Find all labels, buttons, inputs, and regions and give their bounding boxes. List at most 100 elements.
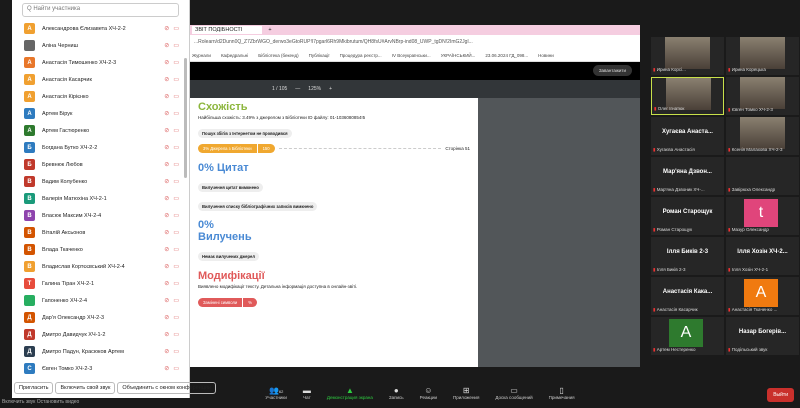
participant-row[interactable]: Д Дар'я Олександр ХЧ-2-3 ⊘ ▭ bbox=[12, 309, 189, 326]
mic-muted-icon[interactable]: ⊘ bbox=[164, 144, 169, 151]
video-off-icon[interactable]: ▭ bbox=[173, 263, 179, 270]
download-button[interactable]: Завантажити bbox=[592, 65, 632, 76]
mic-muted-icon[interactable]: ⊘ bbox=[164, 195, 169, 202]
video-off-icon[interactable]: ▭ bbox=[173, 76, 179, 83]
participant-row[interactable]: А Александрова Єлизавета ХЧ-2-2 ⊘ ▭ bbox=[12, 20, 189, 37]
mic-muted-icon[interactable]: ⊘ bbox=[164, 365, 169, 372]
video-off-icon[interactable]: ▭ bbox=[173, 314, 179, 321]
bookmark-item[interactable]: IV Всеукраїнськи... bbox=[392, 53, 431, 58]
mic-muted-icon[interactable]: ⊘ bbox=[164, 331, 169, 338]
bookmark-item[interactable]: Процедура реєстр... bbox=[340, 53, 382, 58]
video-tile[interactable]: ▮ Ирина Корсі... bbox=[651, 37, 724, 75]
bookmark-item[interactable]: Публікації bbox=[309, 53, 330, 58]
address-bar[interactable]: ...Rolearn/d2Dunn0Q_Z7ZbrWGO_derwo3eGtoR… bbox=[190, 35, 640, 50]
video-tile[interactable]: Назар Богерів... ▮ Подільський звук bbox=[726, 317, 799, 355]
video-tile[interactable]: ▮ Ксенія Малахова ХЧ-2-3 bbox=[726, 117, 799, 155]
mic-muted-icon[interactable]: ⊘ bbox=[164, 229, 169, 236]
video-tile[interactable]: ▮ Ирина Корецька bbox=[726, 37, 799, 75]
video-off-icon[interactable]: ▭ bbox=[173, 178, 179, 185]
video-off-icon[interactable]: ▭ bbox=[173, 42, 179, 49]
mic-muted-icon[interactable]: ⊘ bbox=[164, 246, 169, 253]
participant-row[interactable]: Б Бревнюк Любов ⊘ ▭ bbox=[12, 156, 189, 173]
video-tile[interactable]: Ілля Биків 2-3 ▮ Ілля Биків 2-3 bbox=[651, 237, 724, 275]
video-off-icon[interactable]: ▭ bbox=[173, 110, 179, 117]
mic-muted-icon[interactable]: ⊘ bbox=[164, 263, 169, 270]
participant-search-input[interactable]: Q Найти участника bbox=[22, 3, 179, 17]
participant-row[interactable]: В Віталій Аксьонов ⊘ ▭ bbox=[12, 224, 189, 241]
participant-row[interactable]: В Вадим Колубенко ⊘ ▭ bbox=[12, 173, 189, 190]
toolbar-apps-button[interactable]: ⊞ Приложения bbox=[453, 380, 479, 408]
video-off-icon[interactable]: ▭ bbox=[173, 331, 179, 338]
leave-button[interactable]: Выйти bbox=[767, 388, 794, 402]
participant-row[interactable]: В Влада Ткаченко ⊘ ▭ bbox=[12, 241, 189, 258]
video-tile[interactable]: Мар'яна Дзвон... ▮ Мар'яна Дзвоник ХЧ-... bbox=[651, 157, 724, 195]
mic-muted-icon[interactable]: ⊘ bbox=[164, 110, 169, 117]
video-tile[interactable]: Анастасія Кака... ▮ Анастасія Касарчик bbox=[651, 277, 724, 315]
participant-row[interactable]: С Євген Томко ХЧ-2-3 ⊘ ▭ bbox=[12, 360, 189, 377]
mic-muted-icon[interactable]: ⊘ bbox=[164, 25, 169, 32]
video-tile[interactable]: ▮ Євген Томко ХЧ-2-3 bbox=[726, 77, 799, 115]
participant-row[interactable]: Аліна Черниш ⊘ ▭ bbox=[12, 37, 189, 54]
video-tile[interactable]: A ▮ Артем Нестеренко bbox=[651, 317, 724, 355]
bookmark-item[interactable]: УКРАЇНСЬКИЙ... bbox=[441, 53, 476, 58]
video-tile[interactable]: Ілля Хозін ХЧ-2... ▮ Ілля Хозін ХЧ-2-1 bbox=[726, 237, 799, 275]
video-off-icon[interactable]: ▭ bbox=[173, 25, 179, 32]
participant-row[interactable]: А Артем Бірук ⊘ ▭ bbox=[12, 105, 189, 122]
participant-row[interactable]: Т Галина Тіран ХЧ-2-1 ⊘ ▭ bbox=[12, 275, 189, 292]
bookmark-item[interactable]: Бібліотека (бекенд) bbox=[258, 53, 298, 58]
participant-row[interactable]: А Анастасія Касарчик ⊘ ▭ bbox=[12, 71, 189, 88]
participant-row[interactable]: Б Богдана Бутко ХЧ-2-2 ⊘ ▭ bbox=[12, 139, 189, 156]
participant-row[interactable]: А Артем Гастюренко ⊘ ▭ bbox=[12, 122, 189, 139]
mic-muted-icon[interactable]: ⊘ bbox=[164, 127, 169, 134]
video-off-icon[interactable]: ▭ bbox=[173, 161, 179, 168]
mic-muted-icon[interactable]: ⊘ bbox=[164, 348, 169, 355]
mic-muted-icon[interactable]: ⊘ bbox=[164, 178, 169, 185]
video-off-icon[interactable]: ▭ bbox=[173, 365, 179, 372]
video-tile[interactable]: t ▮ Мазур Олександр bbox=[726, 197, 799, 235]
toolbar-whiteboard-button[interactable]: ▭ Доска сообщений bbox=[495, 380, 532, 408]
video-off-icon[interactable]: ▭ bbox=[173, 229, 179, 236]
mic-muted-icon[interactable]: ⊘ bbox=[164, 42, 169, 49]
mic-muted-icon[interactable]: ⊘ bbox=[164, 59, 169, 66]
toolbar-participants-button[interactable]: 👥62 Участники bbox=[265, 380, 287, 408]
bookmark-item[interactable]: Журнали bbox=[192, 53, 211, 58]
participant-row[interactable]: А Анастасія Тимошенко ХЧ-2-3 ⊘ ▭ bbox=[12, 54, 189, 71]
scrollbar[interactable] bbox=[184, 58, 187, 178]
video-off-icon[interactable]: ▭ bbox=[173, 93, 179, 100]
mic-muted-icon[interactable]: ⊘ bbox=[164, 280, 169, 287]
participant-row[interactable]: В Валерія Матюхіна ХЧ-2-1 ⊘ ▭ bbox=[12, 190, 189, 207]
video-off-icon[interactable]: ▭ bbox=[173, 280, 179, 287]
participant-row[interactable]: В Власюк Максим ХЧ-2-4 ⊘ ▭ bbox=[12, 207, 189, 224]
browser-tab[interactable]: ЗВІТ ПОДІБНОСТІ bbox=[192, 26, 263, 34]
video-tile[interactable]: Хугаєва Анаста... ▮ Хугаєва Анастасія bbox=[651, 117, 724, 155]
video-tile[interactable]: Роман Старощук ▮ Роман Старощук bbox=[651, 197, 724, 235]
video-off-icon[interactable]: ▭ bbox=[173, 348, 179, 355]
toolbar-record-button[interactable]: ● Запись bbox=[389, 380, 404, 408]
mic-muted-icon[interactable]: ⊘ bbox=[164, 314, 169, 321]
toolbar-share-screen-button[interactable]: ▲ Демонстрация экрана bbox=[327, 380, 373, 408]
toolbar-notes-button[interactable]: ▯ Примечания bbox=[549, 380, 575, 408]
video-off-icon[interactable]: ▭ bbox=[173, 212, 179, 219]
zoom-level[interactable]: 125% bbox=[308, 86, 321, 92]
bookmark-item[interactable]: 23.06.2024 ГД_098... bbox=[485, 53, 528, 58]
mic-muted-icon[interactable]: ⊘ bbox=[164, 297, 169, 304]
video-off-icon[interactable]: ▭ bbox=[173, 144, 179, 151]
participant-row[interactable]: А Анастасія Кірієнко ⊘ ▭ bbox=[12, 88, 189, 105]
toolbar-reactions-button[interactable]: ☺ Реакции bbox=[420, 380, 437, 408]
participant-row[interactable]: В Владислав Кортєєвський ХЧ-2-4 ⊘ ▭ bbox=[12, 258, 189, 275]
video-off-icon[interactable]: ▭ bbox=[173, 127, 179, 134]
mic-muted-icon[interactable]: ⊘ bbox=[164, 212, 169, 219]
video-off-icon[interactable]: ▭ bbox=[173, 246, 179, 253]
bookmark-item[interactable]: Кафедральні bbox=[221, 53, 248, 58]
video-off-icon[interactable]: ▭ bbox=[173, 59, 179, 66]
mic-muted-icon[interactable]: ⊘ bbox=[164, 93, 169, 100]
page-indicator[interactable]: 1 / 105 bbox=[272, 86, 287, 92]
new-tab-icon[interactable]: + bbox=[268, 27, 271, 33]
video-tile[interactable]: ▮ Олег Ігнатюк bbox=[651, 77, 724, 115]
participant-row[interactable]: Д Дмитро Давидчук ХЧ-1-2 ⊘ ▭ bbox=[12, 326, 189, 343]
participant-row[interactable]: Гапоненко ХЧ-2-4 ⊘ ▭ bbox=[12, 292, 189, 309]
bookmark-item[interactable]: Новини bbox=[538, 53, 554, 58]
participant-row[interactable]: Д Дмитро Падун, Красюков Артем ⊘ ▭ bbox=[12, 343, 189, 360]
zoom-out-icon[interactable]: — bbox=[295, 86, 300, 92]
video-tile[interactable]: ▮ Завірюха Олександр bbox=[726, 157, 799, 195]
